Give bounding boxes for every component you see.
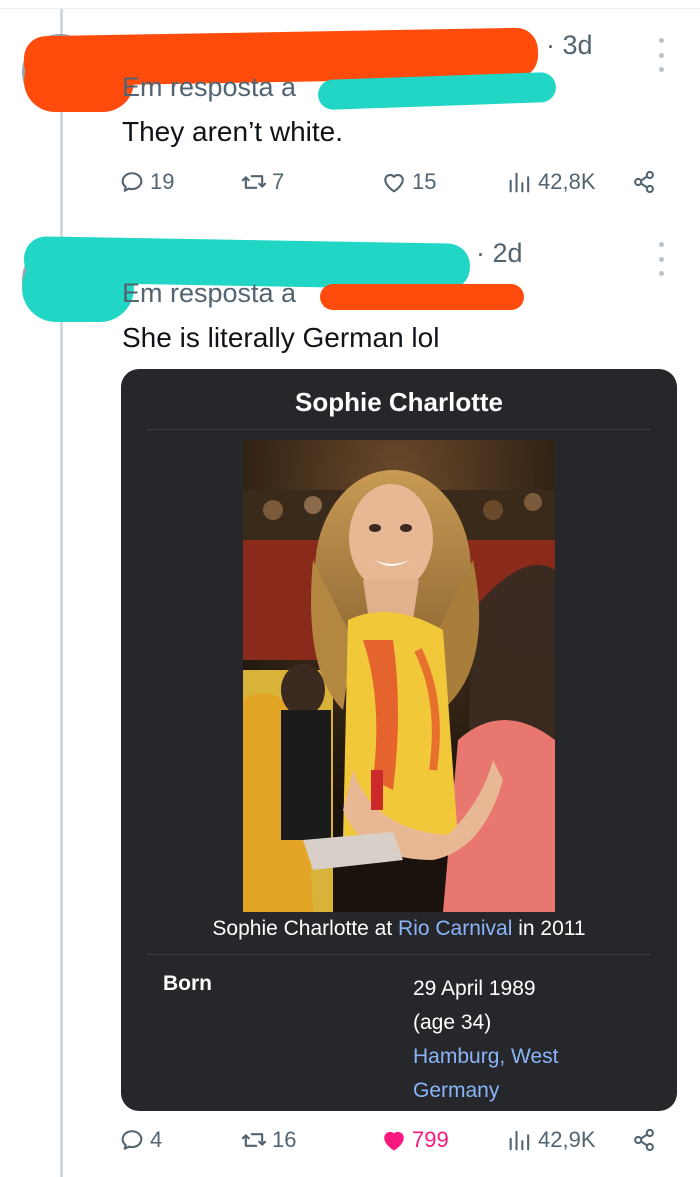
- heart-icon: [384, 1131, 404, 1151]
- divider: [147, 429, 651, 430]
- like-button[interactable]: 799: [380, 1126, 449, 1154]
- share-icon: [634, 170, 654, 194]
- more-icon[interactable]: [651, 242, 671, 276]
- reply-button[interactable]: 4: [118, 1126, 162, 1154]
- reply-to-label: Em resposta a: [122, 72, 297, 102]
- heart-icon: [384, 173, 404, 193]
- reply-button[interactable]: 19: [118, 168, 174, 196]
- reply-count: 4: [150, 1127, 163, 1152]
- born-value: 29 April 1989 (age 34) Hamburg, West Ger…: [413, 972, 559, 1108]
- views-icon: [509, 172, 530, 193]
- like-count: 799: [412, 1127, 449, 1152]
- views-count: 42,8K: [538, 169, 596, 194]
- views-button[interactable]: 42,9K: [506, 1126, 596, 1154]
- retweet-count: 16: [272, 1127, 297, 1152]
- more-icon[interactable]: [651, 38, 671, 72]
- like-button[interactable]: 15: [380, 168, 436, 196]
- share-button[interactable]: [630, 1126, 658, 1154]
- retweet-button[interactable]: 16: [240, 1126, 296, 1154]
- born-age: (age 34): [413, 1011, 492, 1034]
- reply-icon: [121, 172, 143, 192]
- redacted-author-avatar: [22, 254, 134, 322]
- infobox-title: Sophie Charlotte: [294, 387, 503, 417]
- tweet-text: She is literally German lol: [122, 322, 440, 353]
- views-count: 42,9K: [538, 1127, 596, 1152]
- views-button[interactable]: 42,8K: [506, 168, 596, 196]
- tweet-text: They aren’t white.: [122, 116, 343, 147]
- reply-icon: [121, 1130, 143, 1150]
- hamburg-link[interactable]: Hamburg: [413, 1045, 499, 1068]
- action-bar: 19 7 15 42,8K: [118, 168, 666, 202]
- redacted-author-avatar: [24, 50, 134, 112]
- retweet-icon: [241, 1133, 267, 1147]
- action-bar: 4 16 799 42,9K: [118, 1126, 666, 1160]
- west-germany-link-cont[interactable]: Germany: [413, 1079, 499, 1102]
- born-date: 29 April 1989: [413, 977, 536, 1000]
- reply-to-label: Em resposta a: [122, 278, 297, 308]
- redacted-reply-handle: [320, 284, 524, 310]
- timestamp[interactable]: · 2d: [476, 238, 523, 269]
- wikipedia-infobox-screenshot[interactable]: Sophie Charlotte Sophie Charlotte at Rio…: [121, 369, 677, 1111]
- retweet-count: 7: [272, 169, 285, 194]
- tweet-reply-2[interactable]: · 2d Em resposta a She is literally Germ…: [0, 228, 700, 1177]
- retweet-icon: [241, 175, 267, 189]
- share-button[interactable]: [630, 168, 658, 196]
- top-divider: [0, 8, 700, 9]
- like-count: 15: [412, 169, 437, 194]
- born-label: Born: [163, 972, 212, 995]
- west-germany-link[interactable]: West: [511, 1045, 558, 1068]
- divider: [147, 954, 651, 955]
- photo-caption: Sophie Charlotte at Rio Carnival in 2011: [212, 917, 586, 940]
- share-icon: [634, 1128, 654, 1152]
- timestamp[interactable]: · 3d: [546, 30, 593, 61]
- views-icon: [509, 1130, 530, 1151]
- rio-carnival-link[interactable]: Rio Carnival: [398, 917, 512, 940]
- reply-count: 19: [150, 169, 175, 194]
- retweet-button[interactable]: 7: [240, 168, 284, 196]
- tweet-reply-1[interactable]: · 3d Em resposta a They aren’t white. 19…: [0, 20, 700, 220]
- portrait-photo: [243, 440, 555, 912]
